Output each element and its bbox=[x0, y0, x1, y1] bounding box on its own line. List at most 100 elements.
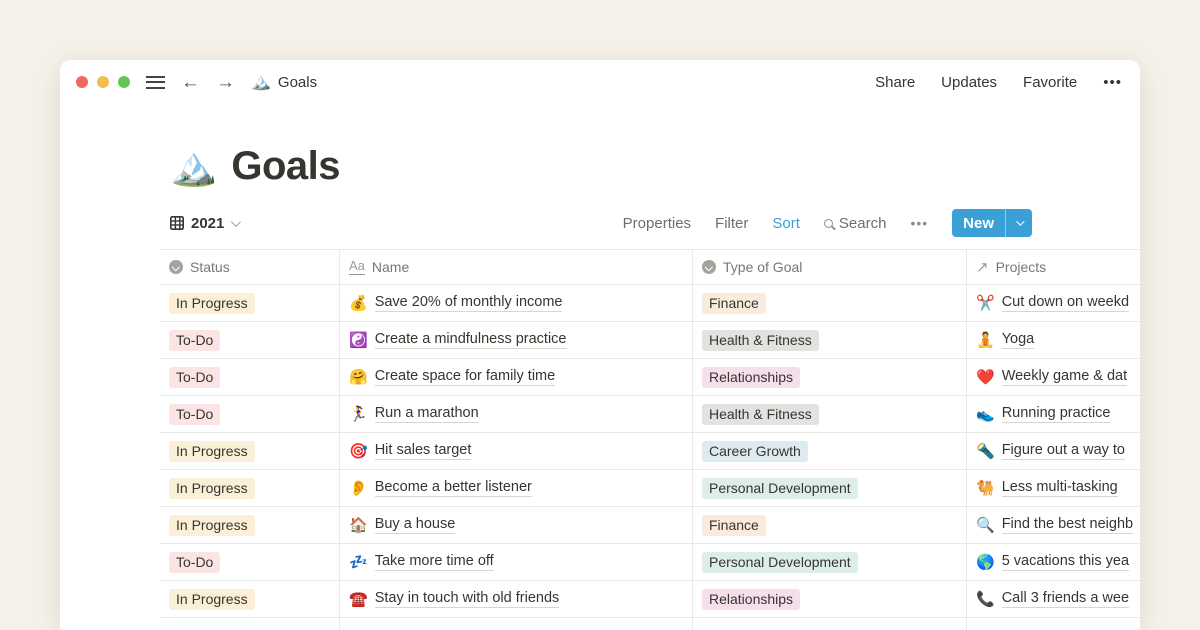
goal-emoji-icon: 🤗 bbox=[349, 368, 368, 386]
projects-cell[interactable]: ❤️ Weekly game & dat bbox=[967, 359, 1140, 395]
new-dropdown-button[interactable] bbox=[1006, 209, 1032, 237]
type-of-goal-cell[interactable]: Career Growth bbox=[693, 433, 967, 469]
page-header: 🏔️ Goals bbox=[170, 144, 1140, 189]
zoom-window-button[interactable] bbox=[118, 76, 130, 88]
type-of-goal-cell[interactable]: Personal Development bbox=[693, 470, 967, 506]
projects-cell[interactable]: 🐫 Less multi-tasking bbox=[967, 470, 1140, 506]
sidebar-menu-icon[interactable] bbox=[146, 76, 165, 89]
type-of-goal-cell[interactable]: Finance bbox=[693, 507, 967, 543]
select-property-icon bbox=[169, 260, 183, 274]
column-header-name[interactable]: Aa Name bbox=[340, 250, 693, 284]
status-cell[interactable]: To-Do bbox=[160, 396, 340, 432]
text-property-icon: Aa bbox=[349, 259, 365, 274]
goal-name-link[interactable]: Create space for family time bbox=[375, 368, 556, 386]
view-switcher[interactable]: 2021 bbox=[170, 215, 238, 232]
projects-cell[interactable]: 🧘Yoga bbox=[967, 322, 1140, 358]
goal-name-link[interactable]: Save 20% of monthly income bbox=[375, 294, 563, 312]
breadcrumb[interactable]: 🏔️ Goals bbox=[251, 72, 317, 92]
name-cell[interactable]: 🤗 Create space for family time bbox=[340, 359, 693, 395]
status-cell[interactable]: To-Do bbox=[160, 322, 340, 358]
page-icon[interactable]: 🏔️ bbox=[170, 148, 217, 186]
project-link[interactable]: Find the best neighb bbox=[1002, 516, 1133, 534]
status-badge: To-Do bbox=[169, 404, 220, 425]
type-of-goal-cell[interactable]: Health & Fitness bbox=[693, 396, 967, 432]
column-header-label: Status bbox=[190, 259, 230, 275]
empty-cell[interactable] bbox=[967, 618, 1140, 630]
page-emoji-icon: 🏔️ bbox=[251, 72, 271, 92]
name-cell[interactable]: 👂Become a better listener bbox=[340, 470, 693, 506]
table-body: In Progress💰Save 20% of monthly incomeFi… bbox=[160, 285, 1140, 630]
projects-cell[interactable]: ✂️Cut down on weekd bbox=[967, 285, 1140, 321]
status-cell[interactable]: To-Do bbox=[160, 544, 340, 580]
name-cell[interactable]: 🎯Hit sales target bbox=[340, 433, 693, 469]
updates-button[interactable]: Updates bbox=[941, 74, 997, 91]
project-link[interactable]: Figure out a way to bbox=[1002, 442, 1125, 460]
project-emoji-icon: 🐫 bbox=[976, 479, 995, 497]
name-cell[interactable]: 🏠Buy a house bbox=[340, 507, 693, 543]
table-row: In Progress🎯Hit sales targetCareer Growt… bbox=[160, 433, 1140, 470]
project-emoji-icon: ❤️ bbox=[976, 368, 995, 386]
column-header-label: Name bbox=[372, 259, 409, 275]
properties-button[interactable]: Properties bbox=[623, 215, 691, 232]
new-button[interactable]: New bbox=[952, 209, 1005, 237]
back-arrow-icon[interactable]: ← bbox=[181, 73, 200, 92]
name-cell[interactable]: 💤Take more time off bbox=[340, 544, 693, 580]
type-of-goal-badge: Health & Fitness bbox=[702, 330, 819, 351]
status-cell[interactable]: In Progress bbox=[160, 433, 340, 469]
goal-name-link[interactable]: Stay in touch with old friends bbox=[375, 590, 560, 608]
name-cell[interactable]: 🏃‍♀️Run a marathon bbox=[340, 396, 693, 432]
project-link[interactable]: Weekly game & dat bbox=[1002, 368, 1127, 386]
minimize-window-button[interactable] bbox=[97, 76, 109, 88]
search-button[interactable]: Search bbox=[824, 215, 887, 232]
type-of-goal-cell[interactable]: Personal Development bbox=[693, 544, 967, 580]
forward-arrow-icon[interactable]: → bbox=[216, 73, 235, 92]
toolbar-more-icon[interactable]: ••• bbox=[910, 215, 928, 231]
column-header-status[interactable]: Status bbox=[160, 250, 340, 284]
project-link[interactable]: Cut down on weekd bbox=[1002, 294, 1129, 312]
status-cell[interactable]: To-Do bbox=[160, 359, 340, 395]
empty-cell[interactable] bbox=[693, 618, 967, 630]
project-link[interactable]: Yoga bbox=[1002, 331, 1035, 349]
search-icon bbox=[824, 219, 833, 228]
projects-cell[interactable]: 📞Call 3 friends a wee bbox=[967, 581, 1140, 617]
table-view-icon bbox=[170, 216, 184, 230]
status-cell[interactable]: In Progress bbox=[160, 507, 340, 543]
goal-name-link[interactable]: Take more time off bbox=[375, 553, 494, 571]
goal-name-link[interactable]: Create a mindfulness practice bbox=[375, 331, 567, 349]
goal-name-link[interactable]: Buy a house bbox=[375, 516, 456, 534]
status-cell[interactable]: In Progress bbox=[160, 581, 340, 617]
project-link[interactable]: Running practice bbox=[1002, 405, 1111, 423]
type-of-goal-cell[interactable]: Finance bbox=[693, 285, 967, 321]
column-header-projects[interactable]: ↗Projects bbox=[967, 250, 1140, 284]
type-of-goal-cell[interactable]: Relationships bbox=[693, 581, 967, 617]
name-cell[interactable]: 💰Save 20% of monthly income bbox=[340, 285, 693, 321]
share-button[interactable]: Share bbox=[875, 74, 915, 91]
type-of-goal-cell[interactable]: Health & Fitness bbox=[693, 322, 967, 358]
projects-cell[interactable]: 🔦Figure out a way to bbox=[967, 433, 1140, 469]
status-cell[interactable]: In Progress bbox=[160, 285, 340, 321]
project-link[interactable]: Call 3 friends a wee bbox=[1002, 590, 1129, 608]
project-link[interactable]: Less multi-tasking bbox=[1002, 479, 1118, 497]
goal-name-link[interactable]: Run a marathon bbox=[375, 405, 479, 423]
type-of-goal-badge: Finance bbox=[702, 515, 766, 536]
column-header-type-of-goal[interactable]: Type of Goal bbox=[693, 250, 967, 284]
table-row: To-Do 🤗 Create space for family time Relati… bbox=[160, 359, 1140, 396]
name-cell[interactable]: ☯️ Create a mindfulness practice bbox=[340, 322, 693, 358]
projects-cell[interactable]: 🌎5 vacations this yea bbox=[967, 544, 1140, 580]
name-cell[interactable]: ☎️Stay in touch with old friends bbox=[340, 581, 693, 617]
status-cell[interactable]: In Progress bbox=[160, 470, 340, 506]
empty-cell[interactable] bbox=[340, 618, 693, 630]
sort-button[interactable]: Sort bbox=[772, 215, 800, 232]
favorite-button[interactable]: Favorite bbox=[1023, 74, 1077, 91]
close-window-button[interactable] bbox=[76, 76, 88, 88]
projects-cell[interactable]: 👟Running practice bbox=[967, 396, 1140, 432]
projects-cell[interactable]: 🔍Find the best neighb bbox=[967, 507, 1140, 543]
goal-emoji-icon: ☯️ bbox=[349, 331, 368, 349]
empty-cell[interactable] bbox=[160, 618, 340, 630]
goal-name-link[interactable]: Hit sales target bbox=[375, 442, 472, 460]
type-of-goal-cell[interactable]: Relationships bbox=[693, 359, 967, 395]
topbar-more-icon[interactable]: ••• bbox=[1103, 74, 1122, 91]
project-link[interactable]: 5 vacations this yea bbox=[1002, 553, 1129, 571]
goal-name-link[interactable]: Become a better listener bbox=[375, 479, 532, 497]
filter-button[interactable]: Filter bbox=[715, 215, 748, 232]
